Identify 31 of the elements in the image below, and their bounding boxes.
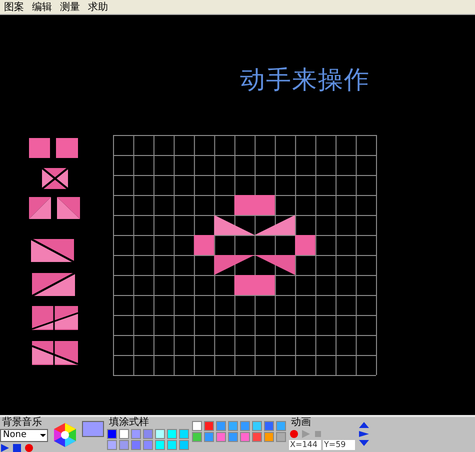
x-coordinate: X=144	[289, 440, 321, 450]
triangle-tile	[254, 255, 296, 275]
music-label: 背景音乐	[1, 417, 43, 428]
animation-label: 动画	[290, 417, 312, 428]
two-squares-icon[interactable]	[28, 137, 80, 159]
fill-style-label: 填涂式样	[108, 417, 150, 428]
record-icon[interactable]	[289, 429, 299, 439]
square-tile	[194, 235, 214, 255]
square-tile	[295, 235, 316, 255]
stop-icon[interactable]	[12, 443, 22, 452]
music-select[interactable]: None	[0, 429, 48, 442]
diagonal-rectangle-icon[interactable]	[31, 272, 77, 298]
arrow-buttons-icon[interactable]	[358, 421, 370, 447]
menu-item[interactable]: 求助	[88, 0, 108, 14]
rectangle-tile	[234, 275, 275, 295]
triangle-tile	[214, 255, 255, 275]
split-squares-icon[interactable]	[28, 196, 82, 220]
split-rectangle-icon[interactable]	[31, 305, 79, 331]
canvas-title: 动手来操作	[240, 64, 370, 96]
rectangle-tile	[234, 195, 275, 215]
triangle-tile	[254, 215, 296, 235]
record-icon[interactable]	[24, 443, 34, 452]
menu-item[interactable]: 图案	[4, 0, 24, 14]
menu-item[interactable]: 编辑	[32, 0, 52, 14]
diagonal-rectangle-icon[interactable]	[30, 238, 76, 264]
y-coordinate: Y=59	[323, 440, 355, 450]
split-rectangle-icon[interactable]	[31, 340, 79, 366]
triangle-tile	[214, 215, 255, 235]
menu-item[interactable]: 测量	[60, 0, 80, 14]
color-swatch[interactable]	[82, 421, 104, 437]
crossed-square-icon[interactable]	[40, 166, 70, 191]
